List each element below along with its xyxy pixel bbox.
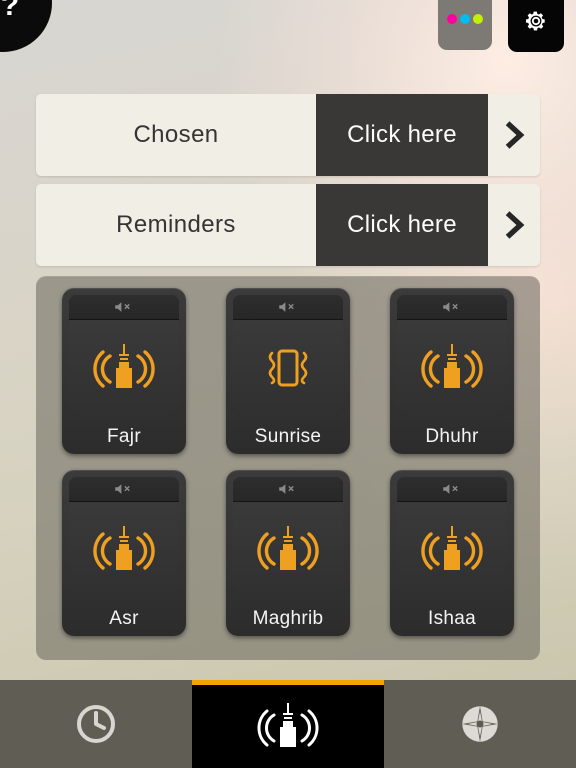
- prayer-label-dhuhr: Dhuhr: [425, 426, 479, 447]
- option-label-reminders: Reminders: [116, 211, 236, 238]
- chosen-click-here-button[interactable]: Click here: [316, 94, 488, 176]
- top-bar: ?: [0, 0, 576, 62]
- reminders-click-here-button[interactable]: Click here: [316, 184, 488, 266]
- adhan-minaret-icon: [93, 344, 155, 388]
- option-label-chosen: Chosen: [133, 121, 219, 148]
- option-row-chosen[interactable]: Chosen Click here: [36, 94, 540, 176]
- prayer-tile-dhuhr[interactable]: Dhuhr: [390, 288, 514, 454]
- speaker-mute-icon: [115, 302, 130, 312]
- tile-screen: [69, 477, 179, 597]
- options-list: Chosen Click here Reminders Click here: [36, 94, 540, 274]
- color-dot-magenta: [447, 14, 457, 24]
- settings-button[interactable]: [508, 0, 564, 52]
- prayer-grid: Fajr Sunrise Dhuhr Asr Maghrib Ishaa: [36, 276, 540, 660]
- tab-times[interactable]: [0, 680, 192, 768]
- prayer-label-maghrib: Maghrib: [252, 608, 324, 629]
- color-dots-button[interactable]: [438, 0, 492, 50]
- tile-screen: [397, 477, 507, 597]
- adhan-row[interactable]: [397, 320, 507, 415]
- chosen-chevron-button[interactable]: [488, 94, 540, 176]
- speaker-mute-icon: [279, 302, 294, 312]
- prayer-tile-ishaa[interactable]: Ishaa: [390, 470, 514, 636]
- reminders-chevron-button[interactable]: [488, 184, 540, 266]
- option-row-reminders[interactable]: Reminders Click here: [36, 184, 540, 266]
- adhan-row[interactable]: [69, 320, 179, 415]
- prayer-grid-panel: Fajr Sunrise Dhuhr Asr Maghrib Ishaa: [36, 276, 540, 660]
- speaker-mute-icon: [279, 484, 294, 494]
- speaker-mute-icon: [443, 484, 458, 494]
- compass-icon: [462, 706, 498, 742]
- prayer-label-asr: Asr: [109, 608, 139, 629]
- adhan-row[interactable]: [397, 502, 507, 597]
- tab-qibla[interactable]: [384, 680, 576, 768]
- tile-screen: [233, 295, 343, 415]
- mute-row[interactable]: [397, 477, 507, 502]
- app-root: ? Chosen Click here Reminders Click here…: [0, 0, 576, 768]
- mute-row[interactable]: [233, 295, 343, 320]
- prayer-tile-asr[interactable]: Asr: [62, 470, 186, 636]
- mute-row[interactable]: [69, 295, 179, 320]
- tile-screen: [397, 295, 507, 415]
- speaker-mute-icon: [115, 484, 130, 494]
- prayer-tile-maghrib[interactable]: Maghrib: [226, 470, 350, 636]
- prayer-label-ishaa: Ishaa: [428, 608, 476, 629]
- adhan-minaret-icon: [93, 526, 155, 570]
- prayer-tile-sunrise[interactable]: Sunrise: [226, 288, 350, 454]
- adhan-row[interactable]: [233, 502, 343, 597]
- mute-row[interactable]: [397, 295, 507, 320]
- adhan-minaret-icon: [421, 526, 483, 570]
- tab-adhan[interactable]: [192, 680, 384, 768]
- tab-bar: [0, 680, 576, 768]
- clock-icon: [77, 705, 115, 743]
- chevron-right-icon: [505, 211, 525, 239]
- help-button[interactable]: ?: [0, 0, 52, 52]
- question-mark-icon: ?: [0, 0, 20, 22]
- mute-row[interactable]: [69, 477, 179, 502]
- gear-icon: [525, 11, 545, 31]
- speaker-mute-icon: [443, 302, 458, 312]
- vibrate-main-row[interactable]: [233, 320, 343, 415]
- mute-row[interactable]: [233, 477, 343, 502]
- prayer-label-fajr: Fajr: [107, 426, 141, 447]
- adhan-row[interactable]: [69, 502, 179, 597]
- tile-screen: [233, 477, 343, 597]
- adhan-minaret-icon: [257, 702, 319, 747]
- chevron-right-icon: [505, 121, 525, 149]
- color-dot-cyan: [460, 14, 470, 24]
- vibrate-icon: [268, 349, 308, 387]
- adhan-minaret-icon: [257, 526, 319, 570]
- tile-screen: [69, 295, 179, 415]
- adhan-minaret-icon: [421, 344, 483, 388]
- prayer-tile-fajr[interactable]: Fajr: [62, 288, 186, 454]
- color-dot-lime: [473, 14, 483, 24]
- prayer-label-sunrise: Sunrise: [254, 426, 322, 447]
